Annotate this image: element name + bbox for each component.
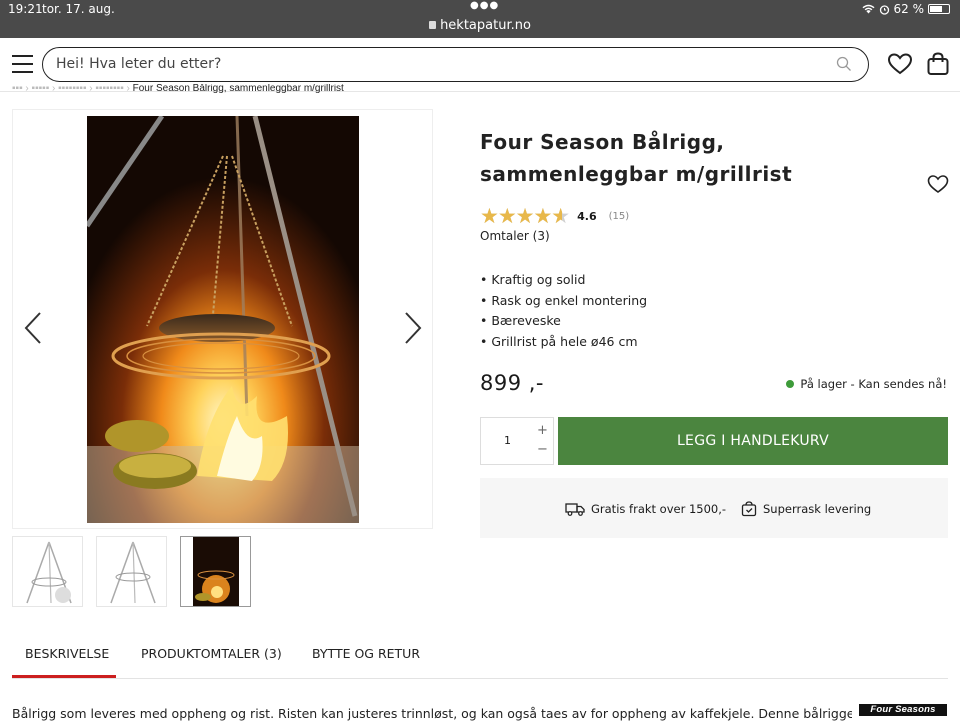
tab-description[interactable]: BESKRIVELSE [25, 646, 109, 661]
product-title: Four Season Bålrigg, sammenleggbar m/gri… [480, 130, 793, 186]
usp-box: Gratis frakt over 1500,- Superrask lever… [480, 478, 948, 538]
lock-icon [429, 21, 437, 29]
feature-item: Kraftig og solid [480, 270, 647, 291]
heart-icon[interactable] [887, 51, 913, 77]
thumbnail-1[interactable] [12, 536, 83, 607]
usp-shipping: Gratis frakt over 1500,- [565, 501, 726, 517]
search-bar[interactable] [42, 47, 869, 82]
quantity-minus-button[interactable]: − [537, 442, 548, 457]
thumbnail-2[interactable] [96, 536, 167, 607]
thumbnail-3[interactable] [180, 536, 251, 607]
breadcrumb: ▪▪▪ › ▪▪▪▪▪ › ▪▪▪▪▪▪▪▪ › ▪▪▪▪▪▪▪▪ › Four… [12, 84, 344, 93]
breadcrumb-current[interactable]: Four Season Bålrigg, sammenleggbar m/gri… [133, 84, 344, 93]
product-image-gallery [12, 109, 433, 529]
feature-item: Grillrist på hele ø46 cm [480, 332, 647, 353]
package-icon [741, 501, 757, 517]
quantity-value[interactable]: 1 [504, 434, 511, 447]
more-dots-icon[interactable]: ●●● [470, 0, 499, 11]
rating-count: (15) [608, 211, 630, 222]
add-to-cart-button[interactable]: LEGG I HANDLEKURV [558, 417, 948, 465]
status-bar: 19:21 tor. 17. aug. ●●● hektapatur.no 62… [0, 0, 960, 38]
battery-icon [928, 4, 950, 14]
address-bar[interactable]: hektapatur.no [0, 18, 960, 33]
usp-shipping-text: Gratis frakt over 1500,- [591, 502, 727, 516]
reviews-link[interactable]: Omtaler (3) [480, 229, 550, 243]
tab-returns[interactable]: BYTTE OG RETUR [312, 646, 420, 661]
search-input[interactable] [56, 56, 816, 72]
status-date: tor. 17. aug. [42, 2, 115, 16]
usp-delivery: Superrask levering [741, 501, 871, 517]
wifi-icon [862, 4, 874, 14]
status-right: 62 % [862, 2, 950, 16]
stock-status: På lager - Kan sendes nå! [786, 377, 947, 391]
product-rating[interactable]: ★★★★★ ★★★★★ 4.6 (15) [480, 206, 629, 227]
product-main-image[interactable] [87, 116, 359, 523]
in-stock-dot-icon [786, 380, 795, 388]
delivery-truck-icon [565, 503, 585, 516]
quantity-stepper: 1 + − [480, 417, 554, 465]
wishlist-heart-icon[interactable] [927, 173, 949, 195]
quantity-plus-button[interactable]: + [537, 423, 548, 438]
rating-score: 4.6 [577, 210, 597, 223]
shopping-bag-icon[interactable] [925, 51, 951, 77]
tab-reviews[interactable]: PRODUKTOMTALER (3) [141, 646, 282, 661]
alarm-icon [879, 4, 889, 15]
search-icon[interactable] [836, 56, 852, 72]
menu-icon[interactable] [12, 55, 33, 73]
product-price: 899 ,- [480, 371, 545, 395]
product-tabs: BESKRIVELSE PRODUKTOMTALER (3) BYTTE OG … [12, 636, 948, 679]
product-description: Bålrigg som leveres med oppheng og rist.… [12, 706, 852, 721]
feature-item: Rask og enkel montering [480, 291, 647, 312]
active-tab-underline [12, 675, 116, 678]
prev-image-arrow-icon[interactable] [23, 310, 43, 346]
brand-logo: Four Seasons [859, 704, 947, 716]
address-url: hektapatur.no [440, 18, 531, 33]
thumbnail-strip [12, 536, 251, 607]
next-image-arrow-icon[interactable] [403, 310, 423, 346]
breadcrumb-path-icon: ▪▪▪ › ▪▪▪▪▪ › ▪▪▪▪▪▪▪▪ › ▪▪▪▪▪▪▪▪ › [12, 84, 133, 93]
stock-text: På lager - Kan sendes nå! [800, 377, 947, 391]
battery-percent: 62 % [893, 2, 925, 16]
feature-item: Bæreveske [480, 311, 647, 332]
status-time: 19:21 [8, 2, 43, 16]
feature-list: Kraftig og solid Rask og enkel montering… [480, 270, 647, 352]
star-rating-icon: ★★★★★ ★★★★★ [480, 205, 570, 228]
usp-delivery-text: Superrask levering [763, 502, 872, 516]
